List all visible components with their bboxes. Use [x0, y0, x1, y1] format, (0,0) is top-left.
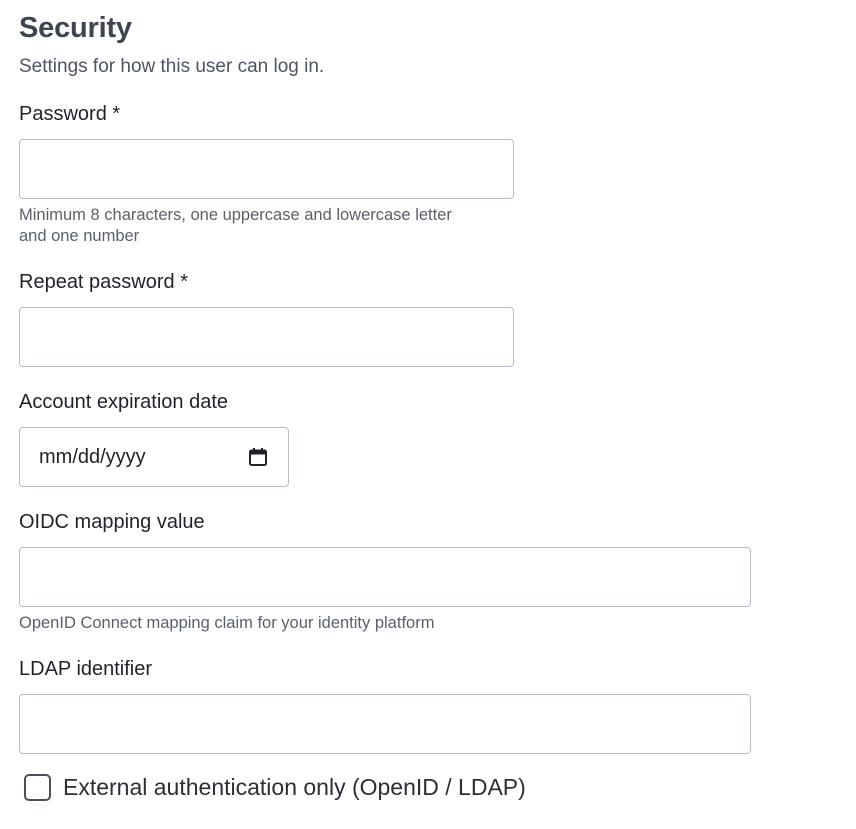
calendar-icon[interactable] — [248, 447, 268, 467]
expiration-date-input[interactable]: mm/dd/yyyy — [19, 427, 289, 487]
oidc-hint: OpenID Connect mapping claim for your id… — [19, 614, 435, 632]
repeat-password-input[interactable] — [19, 307, 514, 367]
expiration-date-label: Account expiration date — [19, 391, 229, 413]
oidc-label: OIDC mapping value — [19, 511, 205, 533]
section-description: Settings for how this user can log in. — [19, 56, 325, 77]
password-hint-line-1: Minimum 8 characters, one uppercase and … — [19, 206, 452, 224]
oidc-mapping-input[interactable] — [19, 547, 751, 607]
security-settings-panel: Security Settings for how this user can … — [0, 0, 856, 829]
password-hint-line-2: and one number — [19, 227, 140, 245]
password-input[interactable] — [19, 139, 514, 199]
external-auth-checkbox[interactable] — [24, 774, 51, 801]
ldap-label: LDAP identifier — [19, 658, 153, 680]
external-auth-option[interactable]: External authentication only (OpenID / L… — [24, 774, 526, 801]
expiration-date-placeholder: mm/dd/yyyy — [39, 445, 146, 468]
password-hint: Minimum 8 characters, one uppercase and … — [19, 205, 452, 247]
password-label: Password * — [19, 103, 121, 125]
repeat-password-label: Repeat password * — [19, 271, 188, 293]
ldap-identifier-input[interactable] — [19, 694, 751, 754]
section-title: Security — [19, 12, 132, 44]
external-auth-label[interactable]: External authentication only (OpenID / L… — [63, 774, 526, 801]
